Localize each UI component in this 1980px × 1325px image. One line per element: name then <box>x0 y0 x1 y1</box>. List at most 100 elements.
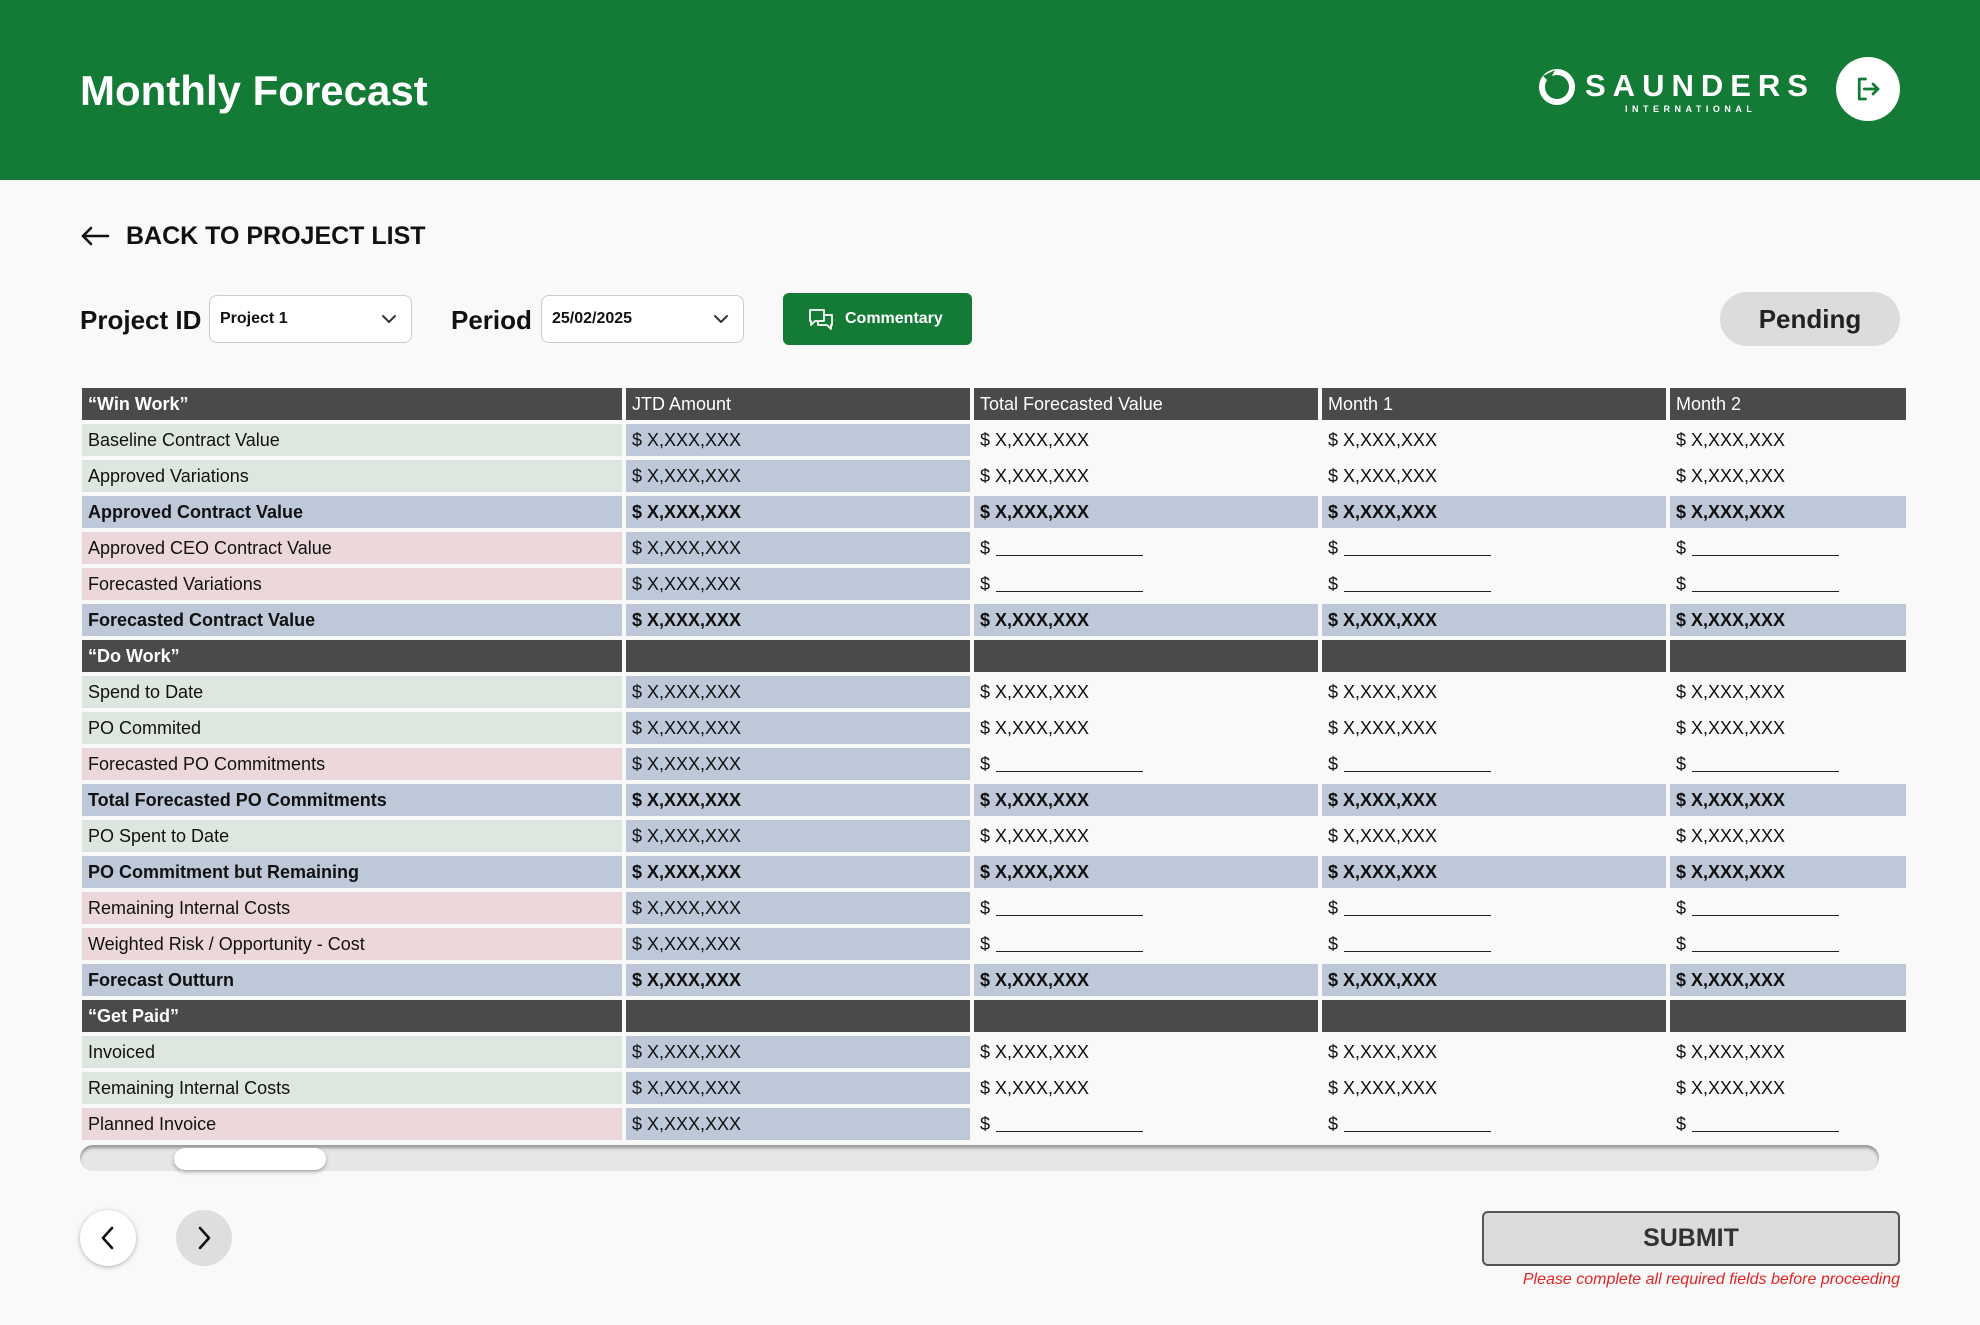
cell-value: $ X,XXX,XXX <box>1676 682 1786 702</box>
value-cell: $ X,XXX,XXX <box>626 424 970 456</box>
forecast-input-cell[interactable]: $ <box>1670 748 1906 780</box>
cell-value: $ X,XXX,XXX <box>632 430 742 450</box>
value-cell: $ X,XXX,XXX <box>1322 424 1666 456</box>
forecast-input-cell[interactable]: $ <box>974 1108 1318 1140</box>
forecast-input-cell[interactable]: $ <box>974 892 1318 924</box>
value-cell: $ X,XXX,XXX <box>1670 604 1906 636</box>
value-input[interactable] <box>1692 1112 1840 1132</box>
value-input[interactable] <box>996 572 1144 592</box>
forecast-input-cell[interactable]: $ <box>1670 532 1906 564</box>
cell-value: $ X,XXX,XXX <box>1328 718 1438 738</box>
value-cell: $ X,XXX,XXX <box>1670 712 1906 744</box>
value-input[interactable] <box>1344 1112 1492 1132</box>
cell-value: $ X,XXX,XXX <box>1328 970 1438 990</box>
forecast-input-cell[interactable]: $ <box>974 568 1318 600</box>
value-cell: $ X,XXX,XXX <box>1670 424 1906 456</box>
row-label: PO Spent to Date <box>82 820 622 852</box>
cell-value: $ X,XXX,XXX <box>632 718 742 738</box>
value-input[interactable] <box>1344 752 1492 772</box>
cell-value: $ X,XXX,XXX <box>632 754 742 774</box>
row-label: PO Commited <box>82 712 622 744</box>
value-cell: $ X,XXX,XXX <box>1322 712 1666 744</box>
value-input[interactable] <box>1692 572 1840 592</box>
forecast-input-cell[interactable]: $ <box>974 748 1318 780</box>
table-row: Approved Variations $ X,XXX,XXX $ X,XXX,XX… <box>82 460 1906 492</box>
value-input[interactable] <box>1344 536 1492 556</box>
forecast-input-cell[interactable]: $ <box>1322 1108 1666 1140</box>
value-input[interactable] <box>1344 932 1492 952</box>
value-input[interactable] <box>1692 752 1840 772</box>
value-cell: $ X,XXX,XXX <box>1670 1036 1906 1068</box>
value-cell: $ X,XXX,XXX <box>626 784 970 816</box>
logout-button[interactable] <box>1836 57 1900 121</box>
status-badge: Pending <box>1720 292 1900 346</box>
forecast-table: “Win Work” JTD Amount Total Forecasted Val… <box>78 384 1910 1144</box>
table-row: Remaining Internal Costs $ X,XXX,XXX $ $ $ <box>82 892 1906 924</box>
row-label: Forecasted Contract Value <box>82 604 622 636</box>
value-input[interactable] <box>1692 536 1840 556</box>
arrow-left-icon <box>81 226 110 246</box>
forecast-input-cell[interactable]: $ <box>1670 892 1906 924</box>
forecast-input-cell[interactable]: $ <box>974 928 1318 960</box>
value-input[interactable] <box>1692 932 1840 952</box>
forecast-input-cell[interactable]: $ <box>1322 892 1666 924</box>
forecast-input-cell[interactable]: $ <box>1670 568 1906 600</box>
forecast-input-cell[interactable]: $ <box>974 532 1318 564</box>
forecast-input-cell[interactable]: $ <box>1322 568 1666 600</box>
value-cell: $ X,XXX,XXX <box>1322 604 1666 636</box>
value-cell: $ X,XXX,XXX <box>626 964 970 996</box>
table-row: PO Commitment but Remaining $ X,XXX,XXX $ … <box>82 856 1906 888</box>
column-header: Total Forecasted Value <box>974 388 1318 420</box>
forecast-input-cell[interactable]: $ <box>1322 748 1666 780</box>
forecast-input-cell[interactable]: $ <box>1670 928 1906 960</box>
previous-button[interactable] <box>80 1210 136 1266</box>
row-label: Remaining Internal Costs <box>82 1072 622 1104</box>
section-header-row: “Get Paid” <box>82 1000 1906 1032</box>
value-cell: $ X,XXX,XXX <box>1322 856 1666 888</box>
value-cell: $ X,XXX,XXX <box>1322 820 1666 852</box>
currency-symbol: $ <box>1676 898 1687 918</box>
back-to-project-list-link[interactable]: BACK TO PROJECT LIST <box>80 218 426 254</box>
value-cell: $ X,XXX,XXX <box>974 496 1318 528</box>
value-input[interactable] <box>996 1112 1144 1132</box>
project-id-select[interactable]: Project 1 <box>209 295 412 343</box>
cell-value: $ X,XXX,XXX <box>980 970 1090 990</box>
table-row: Forecasted PO Commitments $ X,XXX,XXX $ $ $ <box>82 748 1906 780</box>
scrollbar-thumb[interactable] <box>174 1148 326 1170</box>
value-input[interactable] <box>1344 572 1492 592</box>
value-input[interactable] <box>1692 896 1840 916</box>
horizontal-scrollbar[interactable] <box>80 1145 1879 1171</box>
value-input[interactable] <box>996 932 1144 952</box>
value-input[interactable] <box>1344 896 1492 916</box>
period-value: 25/02/2025 <box>552 310 633 327</box>
forecast-input-cell[interactable]: $ <box>1322 928 1666 960</box>
cell-value: $ X,XXX,XXX <box>632 898 742 918</box>
value-cell: $ X,XXX,XXX <box>626 748 970 780</box>
cell-value: $ X,XXX,XXX <box>1328 430 1438 450</box>
value-cell: $ X,XXX,XXX <box>974 604 1318 636</box>
next-button[interactable] <box>176 1210 232 1266</box>
submit-button[interactable]: SUBMIT <box>1482 1211 1900 1266</box>
period-select[interactable]: 25/02/2025 <box>541 295 744 343</box>
period-label: Period <box>451 305 532 335</box>
page-title: Monthly Forecast <box>80 67 428 114</box>
column-header: JTD Amount <box>626 388 970 420</box>
row-label: Forecasted PO Commitments <box>82 748 622 780</box>
forecast-input-cell[interactable]: $ <box>1322 532 1666 564</box>
value-input[interactable] <box>996 536 1144 556</box>
value-cell: $ X,XXX,XXX <box>1670 496 1906 528</box>
cell-value: $ X,XXX,XXX <box>1676 502 1786 522</box>
currency-symbol: $ <box>980 898 991 918</box>
value-input[interactable] <box>996 752 1144 772</box>
currency-symbol: $ <box>1676 538 1687 558</box>
value-cell: $ X,XXX,XXX <box>974 964 1318 996</box>
currency-symbol: $ <box>980 1114 991 1134</box>
currency-symbol: $ <box>1328 538 1339 558</box>
cell-value: $ X,XXX,XXX <box>980 826 1090 846</box>
value-input[interactable] <box>996 896 1144 916</box>
value-cell: $ X,XXX,XXX <box>626 1072 970 1104</box>
forecast-input-cell[interactable]: $ <box>1670 1108 1906 1140</box>
value-cell: $ X,XXX,XXX <box>974 676 1318 708</box>
value-cell: $ X,XXX,XXX <box>1670 676 1906 708</box>
commentary-button[interactable]: Commentary <box>783 293 972 345</box>
